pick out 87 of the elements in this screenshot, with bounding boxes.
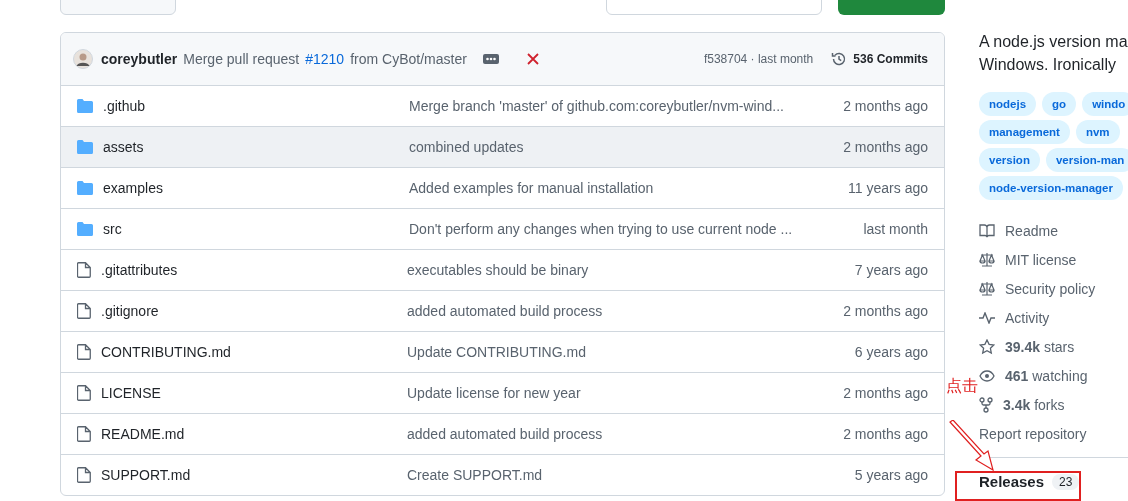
eye-icon bbox=[979, 369, 995, 382]
file-row[interactable]: README.md added automated build process 2 months ago bbox=[61, 413, 944, 454]
file-icon bbox=[77, 344, 91, 360]
file-icon bbox=[77, 467, 91, 483]
file-name-link[interactable]: SUPPORT.md bbox=[101, 467, 407, 483]
sidebar-link[interactable]: Report repository bbox=[979, 425, 1087, 442]
releases-heading[interactable]: Releases bbox=[979, 473, 1045, 490]
fork-icon bbox=[979, 396, 993, 413]
commit-time: 5 years ago bbox=[854, 467, 928, 483]
scale-icon bbox=[979, 252, 995, 267]
file-name-link[interactable]: .gitignore bbox=[101, 303, 407, 319]
commit-time: 2 months ago bbox=[843, 385, 928, 401]
sidebar-link[interactable]: 3.4k forks bbox=[1003, 396, 1065, 413]
commit-message-link[interactable]: executables should be binary bbox=[407, 262, 855, 278]
folder-icon bbox=[77, 99, 93, 113]
description-text: A node.js version ma bbox=[979, 32, 1128, 52]
file-row[interactable]: CONTRIBUTING.md Update CONTRIBUTING.md 6 years ago bbox=[61, 331, 944, 372]
file-name-link[interactable]: README.md bbox=[101, 426, 407, 442]
folder-icon bbox=[77, 222, 93, 236]
commit-message-link[interactable]: Added examples for manual installation bbox=[409, 180, 849, 196]
topic-tag[interactable]: node-version-manager bbox=[979, 176, 1123, 200]
avatar-icon[interactable] bbox=[73, 49, 93, 69]
commit-time: 2 months ago bbox=[843, 426, 928, 442]
book-icon bbox=[979, 223, 995, 238]
file-icon bbox=[77, 426, 91, 442]
commit-message-link[interactable]: combined updates bbox=[409, 139, 844, 155]
commit-hash[interactable]: f538704 · last month bbox=[703, 52, 814, 66]
file-name-link[interactable]: assets bbox=[103, 139, 409, 155]
topic-tag[interactable]: version bbox=[979, 148, 1040, 172]
topic-tag[interactable]: windo bbox=[1082, 92, 1128, 116]
commit-time: 6 years ago bbox=[854, 344, 928, 360]
file-row[interactable]: assets combined updates 2 months ago bbox=[61, 126, 944, 167]
commit-time: 2 months ago bbox=[843, 139, 928, 155]
file-name-link[interactable]: .gitattributes bbox=[101, 262, 407, 278]
file-row[interactable]: examples Added examples for manual installation 11 years ago bbox=[61, 167, 944, 208]
close-icon[interactable] bbox=[526, 53, 539, 65]
file-row[interactable]: LICENSE Update license for new year 2 months ago bbox=[61, 372, 944, 413]
commit-message-link[interactable]: added automated build process bbox=[407, 426, 844, 442]
commit-message-link[interactable]: Update license for new year bbox=[407, 385, 844, 401]
file-row[interactable]: .gitattributes executables should be binary 7 years ago bbox=[61, 249, 944, 290]
commit-message-link[interactable]: Merge branch 'master' of github.com:coreybutler/nvm-wind... bbox=[409, 98, 844, 114]
commit-time: last month bbox=[863, 221, 928, 237]
sidebar-link[interactable]: Activity bbox=[1005, 309, 1050, 326]
topic-tag[interactable]: nodejs bbox=[979, 92, 1037, 116]
topic-tag[interactable]: version-man bbox=[1045, 148, 1128, 172]
commits-link[interactable]: 536 Commits bbox=[853, 52, 928, 66]
commit-message-link[interactable]: Create SUPPORT.md bbox=[407, 467, 855, 483]
description-text: Windows. Ironically bbox=[979, 55, 1117, 75]
folder-icon bbox=[77, 181, 93, 195]
topic-tag[interactable]: go bbox=[1042, 92, 1077, 116]
commit-message-link[interactable]: Update CONTRIBUTING.md bbox=[407, 344, 855, 360]
star-icon bbox=[979, 338, 995, 355]
history-icon bbox=[831, 51, 848, 67]
commit-time: 2 months ago bbox=[843, 98, 928, 114]
file-icon bbox=[77, 385, 91, 401]
file-name-link[interactable]: .github bbox=[103, 98, 409, 114]
pull-request-link[interactable]: #1210 bbox=[305, 51, 345, 67]
sidebar-link[interactable]: Readme bbox=[1005, 222, 1058, 239]
scale-icon bbox=[979, 281, 995, 296]
commit-time: 2 months ago bbox=[843, 303, 928, 319]
commit-time: 11 years ago bbox=[848, 180, 928, 196]
folder-icon bbox=[77, 140, 93, 154]
sidebar-link[interactable]: MIT license bbox=[1005, 251, 1077, 268]
file-icon bbox=[77, 262, 91, 278]
file-row[interactable]: SUPPORT.md Create SUPPORT.md 5 years ago bbox=[61, 454, 944, 495]
sidebar-link[interactable]: Security policy bbox=[1005, 280, 1096, 297]
topic-tag[interactable]: nvm bbox=[1075, 120, 1120, 144]
topic-tag[interactable]: management bbox=[979, 120, 1070, 144]
ellipsis-icon[interactable] bbox=[482, 54, 499, 64]
file-icon bbox=[77, 303, 91, 319]
commit-message-link[interactable]: Don't perform any changes when trying to use current node ... bbox=[409, 221, 864, 237]
commit-message: Merge pull request bbox=[183, 51, 300, 67]
commit-message-link[interactable]: added automated build process bbox=[407, 303, 844, 319]
file-name-link[interactable]: src bbox=[103, 221, 409, 237]
file-name-link[interactable]: examples bbox=[103, 180, 409, 196]
commit-author[interactable]: coreybutler bbox=[101, 51, 178, 67]
file-name-link[interactable]: LICENSE bbox=[101, 385, 407, 401]
pulse-icon bbox=[979, 311, 995, 324]
file-row[interactable]: .github Merge branch 'master' of github.com:coreybutler/nvm-wind... 2 months ago bbox=[61, 86, 944, 126]
file-row[interactable]: src Don't perform any changes when trying to use current node ... last month bbox=[61, 208, 944, 249]
file-row[interactable]: .gitignore added automated build process 2 months ago bbox=[61, 290, 944, 331]
commit-message: from CyBot/master bbox=[350, 51, 467, 67]
commit-time: 7 years ago bbox=[854, 262, 928, 278]
file-name-link[interactable]: CONTRIBUTING.md bbox=[101, 344, 407, 360]
sidebar-link[interactable]: 39.4k stars bbox=[1005, 338, 1075, 355]
sidebar-link[interactable]: 461 watching bbox=[1005, 367, 1088, 384]
releases-count: 23 bbox=[1052, 473, 1080, 490]
